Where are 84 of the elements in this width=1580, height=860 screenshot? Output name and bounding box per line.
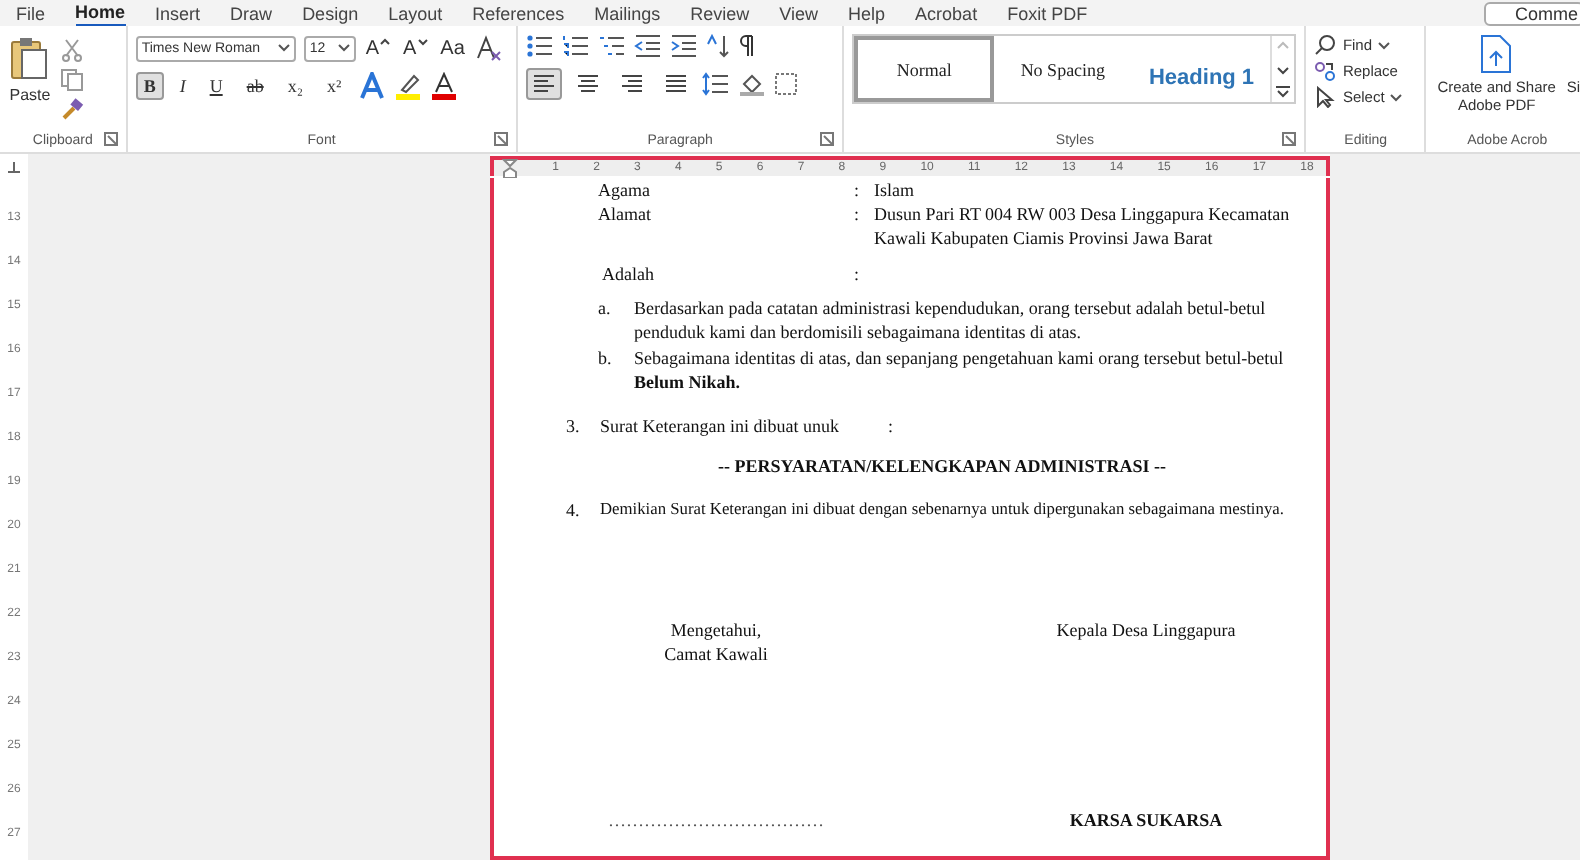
menu-tab[interactable]: View — [779, 1, 819, 25]
highlighter-icon[interactable] — [393, 72, 422, 100]
signature-name: KARSA SUKARSA — [1069, 808, 1223, 832]
menu-tab[interactable]: Help — [848, 1, 886, 25]
down-caret-icon — [418, 37, 429, 45]
grow-font-button[interactable]: A — [363, 37, 393, 59]
menu-tab[interactable]: Review — [690, 1, 750, 25]
list-text: Surat Keterangan ini dibuat unuk — [600, 414, 841, 438]
list-marker: b. — [598, 346, 614, 372]
launcher-icon[interactable] — [1282, 132, 1297, 146]
shrink-font-button[interactable]: A — [400, 37, 431, 59]
format-button[interactable]: U — [201, 72, 231, 100]
multilevel-list-icon[interactable] — [597, 34, 626, 58]
numbering-icon[interactable] — [561, 34, 590, 58]
format-button[interactable]: x² — [318, 72, 350, 100]
colon: : — [888, 414, 894, 438]
list-number: 3. — [566, 414, 582, 438]
pilcrow-icon[interactable] — [737, 34, 756, 58]
launcher-icon[interactable] — [103, 132, 118, 146]
replace-icon — [1314, 60, 1337, 82]
menu-tab[interactable]: Acrobat — [915, 1, 978, 25]
text-effects-icon[interactable] — [357, 72, 386, 100]
list-text: Sebagaimana identitas di atas, dan sepanjang pengetahuan kami orang tersebut betul-betul Belum Nikah. — [634, 346, 1286, 394]
cursor-icon — [1314, 86, 1337, 108]
increase-indent-icon[interactable] — [669, 34, 698, 58]
menu-tab[interactable]: Layout — [388, 1, 443, 25]
decrease-indent-icon[interactable] — [633, 34, 662, 58]
field-value: Islam — [874, 178, 916, 202]
clear-format-icon[interactable] — [474, 34, 503, 62]
signature-text: Camat Kawali — [664, 642, 768, 666]
change-case-button[interactable]: Aa — [438, 37, 467, 59]
signature-text: Mengetahui, — [670, 618, 762, 642]
format-button[interactable]: I — [171, 72, 194, 100]
list-text: Berdasarkan pada catatan administrasi kependudukan, orang tersebut adalah betul-betul penduduk kami dan berdomisili sebagaimana identitas di atas. — [634, 296, 1268, 344]
line-spacing-icon[interactable] — [701, 72, 730, 96]
caret-icon — [1390, 93, 1403, 101]
field-label: Adalah — [602, 262, 656, 286]
colon: : — [854, 202, 862, 228]
menu-tab[interactable]: Foxit PDF — [1007, 1, 1088, 25]
colon: : — [854, 262, 862, 286]
menu-tab[interactable]: Insert — [155, 1, 201, 25]
caret-icon — [337, 44, 350, 52]
launcher-icon[interactable] — [493, 132, 508, 146]
format-button[interactable]: x₂ — [279, 72, 311, 100]
menu-tab[interactable]: Mailings — [594, 1, 661, 25]
field-label: Alamat — [598, 202, 653, 228]
list-marker: a. — [598, 296, 613, 322]
paste-button[interactable]: Paste — [8, 34, 52, 128]
format-button[interactable]: ab — [238, 72, 272, 100]
tab-selector-icon[interactable] — [6, 160, 22, 174]
align-icon[interactable] — [525, 68, 562, 100]
pdf-share-icon — [1478, 34, 1515, 74]
indent-marker-icon[interactable] — [502, 157, 518, 179]
menu-tab[interactable]: Draw — [230, 1, 273, 25]
field-label: Agama — [598, 178, 652, 202]
caret-icon — [277, 44, 290, 52]
scissors-icon[interactable] — [60, 38, 84, 62]
format-button[interactable]: B — [135, 72, 164, 100]
menu-tab[interactable]: References — [472, 1, 565, 25]
colon: : — [854, 178, 862, 202]
search-icon — [1314, 34, 1337, 56]
menu-tab[interactable]: File — [16, 1, 46, 25]
clipboard-icon — [8, 34, 52, 82]
bullets-icon[interactable] — [525, 34, 554, 58]
launcher-icon[interactable] — [820, 132, 835, 146]
section-heading: -- PERSYARATAN/KELENGKAPAN ADMINISTRASI -- — [716, 454, 1168, 478]
font-color-icon[interactable] — [429, 72, 458, 100]
menu-tab[interactable]: Design — [302, 1, 359, 25]
paintbrush-icon[interactable] — [60, 98, 84, 122]
style-item[interactable]: Normal — [854, 36, 994, 102]
shading-icon[interactable] — [737, 72, 766, 96]
expand-gallery-icon[interactable] — [1274, 84, 1293, 100]
sort-icon[interactable] — [705, 34, 730, 58]
scroll-down-icon[interactable] — [1274, 61, 1293, 77]
field-value: Dusun Pari RT 004 RW 003 Desa Linggapura Kecamatan Kawali Kabupaten Ciamis Provinsi Jawa Barat — [874, 202, 1292, 250]
up-caret-icon — [380, 37, 391, 45]
signature-line: ……………………………… — [608, 808, 824, 832]
borders-icon[interactable] — [773, 72, 798, 96]
signature-text: Kepala Desa Linggapura — [1056, 618, 1236, 642]
list-number: 4. — [566, 498, 582, 522]
list-text: Demikian Surat Keterangan ini dibuat dengan sebenarnya untuk dipergunakan sebagaimana mestinya. — [600, 498, 1284, 522]
caret-icon — [1378, 41, 1391, 49]
copy-icon[interactable] — [60, 68, 84, 92]
comments-button[interactable]: Comme — [1484, 1, 1580, 25]
